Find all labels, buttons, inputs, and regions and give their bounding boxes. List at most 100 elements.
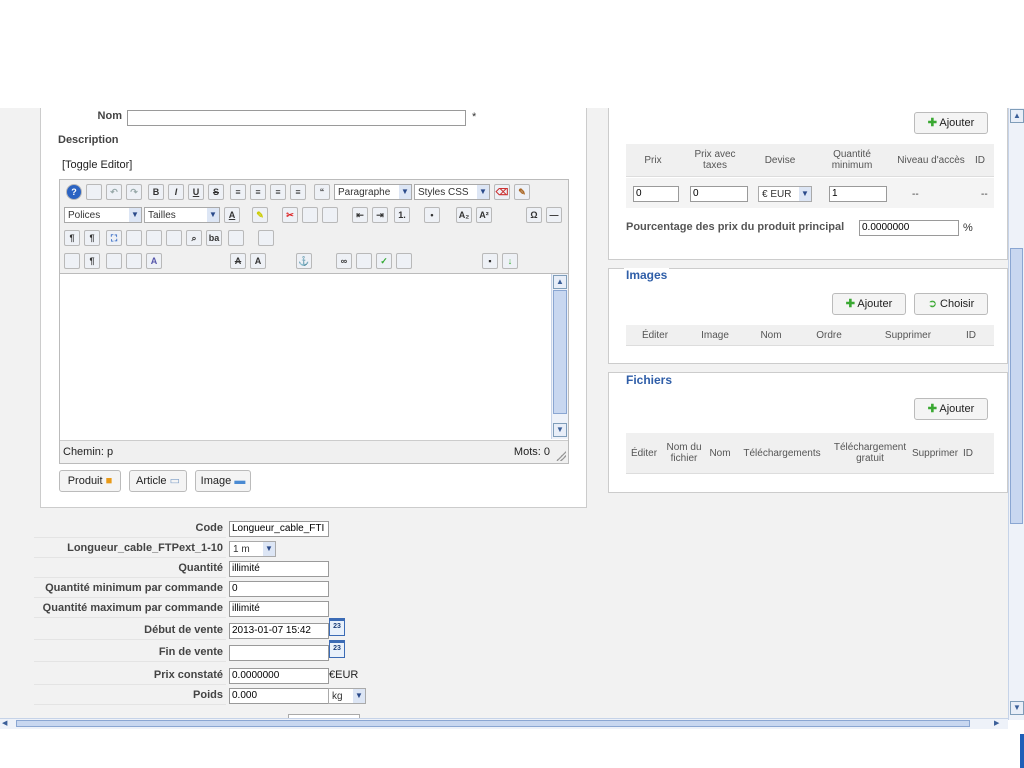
align-justify-icon[interactable]: ≡ xyxy=(290,184,306,200)
weight-unit-select[interactable]: kg ▼ xyxy=(328,688,366,704)
blockquote-icon[interactable]: “ xyxy=(314,184,330,200)
scroll-up-icon[interactable]: ▲ xyxy=(553,275,567,289)
strikethrough-icon[interactable]: S xyxy=(208,184,224,200)
font-size-select[interactable]: Tailles ▼ xyxy=(144,207,220,223)
align-right-icon[interactable]: ≡ xyxy=(270,184,286,200)
currency-select[interactable]: € EUR ▼ xyxy=(758,186,812,202)
grid-icon[interactable] xyxy=(64,253,80,269)
field-input[interactable]: 2013-01-07 15:42 xyxy=(229,623,329,639)
paste-icon[interactable] xyxy=(322,207,338,223)
insert-article-button[interactable]: Article ▭ xyxy=(129,470,187,492)
help-icon[interactable]: ? xyxy=(66,184,82,200)
field-input[interactable]: illimité xyxy=(229,601,329,617)
choose-image-button[interactable]: ➲ Choisir xyxy=(914,293,988,315)
scroll-down-icon[interactable]: ▼ xyxy=(1010,701,1024,715)
field-input[interactable]: 0 xyxy=(229,581,329,597)
align-left-icon[interactable]: ≡ xyxy=(230,184,246,200)
indent-icon[interactable]: ⇥ xyxy=(372,207,388,223)
price-input[interactable]: 0 xyxy=(633,186,679,202)
editor-vertical-scrollbar[interactable]: ▲ ▼ xyxy=(551,274,568,439)
resize-handle-icon[interactable] xyxy=(556,451,566,461)
insert-product-button[interactable]: Produit ■ xyxy=(59,470,121,492)
percentage-input[interactable]: 0.0000000 xyxy=(859,220,959,236)
link-icon[interactable]: ∞ xyxy=(336,253,352,269)
font-family-select[interactable]: Polices ▼ xyxy=(64,207,142,223)
min-quantity-input[interactable]: 1 xyxy=(829,186,887,202)
insert-image-button[interactable]: Image ▬ xyxy=(195,470,251,492)
highlight-icon[interactable]: ✎ xyxy=(252,207,268,223)
new-document-icon[interactable] xyxy=(86,184,102,200)
italic-icon[interactable]: I xyxy=(168,184,184,200)
replace-icon[interactable]: ba xyxy=(206,230,222,246)
font-a-icon[interactable]: A xyxy=(250,253,266,269)
layer-icon[interactable] xyxy=(126,253,142,269)
page-horizontal-scrollbar[interactable]: ◀ ▶ xyxy=(0,718,1008,729)
calendar-icon[interactable]: 23 xyxy=(329,640,345,658)
eraser-icon[interactable]: ⌫ xyxy=(494,184,510,200)
word-count: Mots: 0 xyxy=(513,446,550,458)
outdent-icon[interactable]: ⇤ xyxy=(352,207,368,223)
pilcrow-icon[interactable]: ¶ xyxy=(84,253,100,269)
chevron-down-icon: ▼ xyxy=(353,689,365,703)
ltr-icon[interactable]: ¶ xyxy=(64,230,80,246)
media-icon[interactable] xyxy=(396,253,412,269)
underline-icon[interactable]: U xyxy=(188,184,204,200)
horizontal-rule-icon[interactable]: — xyxy=(546,207,562,223)
subscript-icon[interactable]: A₂ xyxy=(456,207,472,223)
style-icon[interactable]: A xyxy=(146,253,162,269)
add-price-button[interactable]: ✚ Ajouter xyxy=(914,112,988,134)
price-with-tax-input[interactable]: 0 xyxy=(690,186,748,202)
preview-icon[interactable] xyxy=(126,230,142,246)
source-code-icon[interactable] xyxy=(146,230,162,246)
page-vertical-scrollbar[interactable]: ▲ ▼ xyxy=(1008,108,1024,720)
spellcheck-icon[interactable]: ✓ xyxy=(376,253,392,269)
length-select[interactable]: 1 m ▼ xyxy=(229,541,276,557)
scroll-up-icon[interactable]: ▲ xyxy=(1010,109,1024,123)
special-char-icon[interactable]: Ω xyxy=(526,207,542,223)
find-icon[interactable]: ⌕ xyxy=(186,230,202,246)
template-icon[interactable] xyxy=(106,253,122,269)
bullet-list-icon[interactable]: • xyxy=(424,207,440,223)
redo-icon[interactable]: ↷ xyxy=(126,184,142,200)
add-image-button[interactable]: ✚ Ajouter xyxy=(832,293,906,315)
page-scroll-thumb[interactable] xyxy=(1010,248,1023,524)
name-input[interactable] xyxy=(127,110,466,126)
bold-icon[interactable]: B xyxy=(148,184,164,200)
toggle-editor-link[interactable]: [Toggle Editor] xyxy=(62,159,132,171)
calendar-icon[interactable]: 23 xyxy=(329,618,345,636)
fullscreen-icon[interactable]: ⛶ xyxy=(106,230,122,246)
align-center-icon[interactable]: ≡ xyxy=(250,184,266,200)
column-header: Éditer xyxy=(626,325,684,345)
text-color-icon[interactable]: A xyxy=(224,207,240,223)
field-input[interactable] xyxy=(229,645,329,661)
window-corner-fragment xyxy=(1020,734,1024,768)
image-icon[interactable] xyxy=(356,253,372,269)
field-input[interactable]: 0.0000000 xyxy=(229,668,329,684)
field-input[interactable]: illimité xyxy=(229,561,329,577)
field-input[interactable]: Longueur_cable_FTI xyxy=(229,521,329,537)
field-input[interactable]: 0.000 xyxy=(229,688,329,704)
rtl-icon[interactable]: ¶ xyxy=(84,230,100,246)
cut-icon[interactable]: ✂ xyxy=(282,207,298,223)
export-icon[interactable]: ↓ xyxy=(502,253,518,269)
superscript-icon[interactable]: A² xyxy=(476,207,492,223)
table-props-icon[interactable] xyxy=(258,230,274,246)
scroll-right-icon[interactable]: ▶ xyxy=(994,719,1006,728)
add-file-button[interactable]: ✚ Ajouter xyxy=(914,398,988,420)
undo-icon[interactable]: ↶ xyxy=(106,184,122,200)
paragraph-format-select[interactable]: Paragraphe ▼ xyxy=(334,184,412,200)
editor-content-area[interactable] xyxy=(60,273,568,440)
anchor-icon[interactable]: ⚓ xyxy=(296,253,312,269)
print-icon[interactable] xyxy=(166,230,182,246)
h-scroll-thumb[interactable] xyxy=(16,720,970,727)
save-icon[interactable]: ▪ xyxy=(482,253,498,269)
strike-a-icon[interactable]: A xyxy=(230,253,246,269)
scroll-left-icon[interactable]: ◀ xyxy=(2,719,14,728)
ordered-list-icon[interactable]: 1. xyxy=(394,207,410,223)
scroll-down-icon[interactable]: ▼ xyxy=(553,423,567,437)
broom-icon[interactable]: ✎ xyxy=(514,184,530,200)
table-icon[interactable] xyxy=(228,230,244,246)
copy-icon[interactable] xyxy=(302,207,318,223)
css-styles-select[interactable]: Styles CSS ▼ xyxy=(414,184,490,200)
scroll-thumb[interactable] xyxy=(553,290,567,414)
